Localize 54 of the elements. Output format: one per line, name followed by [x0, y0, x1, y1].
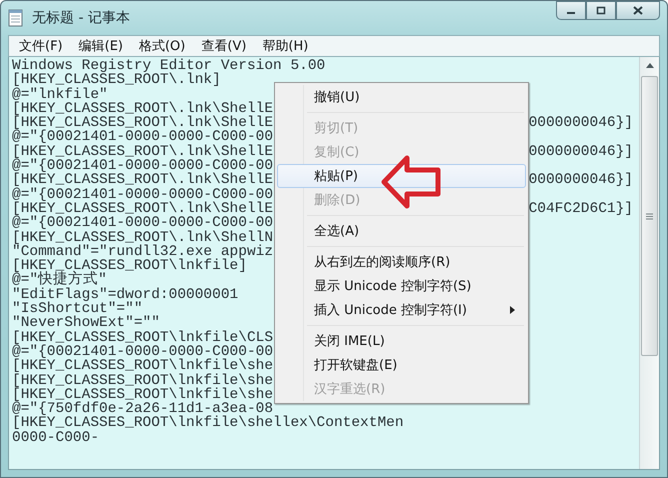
text-line: [HKEY_CLASSES_ROOT\lnkfile\she	[12, 374, 274, 388]
text-line: 0000000046}]	[528, 116, 634, 130]
text-line: [HKEY_CLASSES_ROOT\.lnk\ShellE	[12, 116, 274, 130]
text-line: @="{750fdf0e-2a26-11d1-a3ea-08	[12, 402, 274, 416]
scrollbar[interactable]	[639, 57, 659, 469]
text-line: @="lnkfile"	[12, 88, 108, 102]
text-line: Windows Registry Editor Version 5.00	[12, 59, 326, 74]
text-line: C04FC2D6C1}]	[528, 202, 634, 216]
text-line: 0000000046}]	[528, 144, 634, 160]
menu-item[interactable]: 帮助(H)	[254, 37, 316, 55]
text-line: [HKEY_CLASSES_ROOT\lnkfile\CLS	[12, 330, 274, 345]
text-line: "IsShortcut"=""	[12, 302, 143, 316]
context-menu-item[interactable]: 撤销(U)	[277, 85, 526, 109]
text-line: [HKEY_CLASSES_ROOT\lnkfile]	[12, 259, 247, 274]
text-line: @="快捷方式"	[12, 273, 107, 288]
text-line: 0000-C000-	[12, 430, 100, 446]
menu-item[interactable]: 查看(V)	[193, 37, 254, 55]
arrow-annotation	[381, 154, 443, 210]
maximize-button[interactable]	[586, 1, 616, 20]
text-line: [HKEY_CLASSES_ROOT\.lnk\ShellE	[12, 173, 274, 188]
text-line: @="{00021401-0000-0000-C000-00	[12, 344, 274, 360]
text-line: [HKEY_CLASSES_ROOT\.lnk\ShellE	[12, 144, 274, 160]
context-menu-item[interactable]: 插入 Unicode 控制字符(I)	[277, 298, 526, 322]
text-line: [HKEY_CLASSES_ROOT\.lnk\ShellE	[12, 102, 274, 116]
text-line: [HKEY_CLASSES_ROOT\lnkfile\she	[12, 388, 274, 402]
context-menu-item[interactable]: 从右到左的阅读顺序(R)	[277, 250, 526, 274]
context-menu-item[interactable]: 关闭 IME(L)	[277, 329, 526, 353]
close-icon	[633, 6, 643, 15]
text-line: "EditFlags"=dword:00000001	[12, 288, 238, 302]
minimize-button[interactable]	[556, 1, 586, 20]
scroll-thumb[interactable]	[641, 76, 658, 356]
context-menu-item[interactable]: 显示 Unicode 控制字符(S)	[277, 274, 526, 298]
text-line: 0000000046}]	[528, 173, 634, 188]
text-line: [HKEY_CLASSES_ROOT\.lnk\ShellE	[12, 202, 274, 216]
context-menu-item[interactable]: 粘贴(P)	[277, 164, 526, 188]
text-line: "NeverShowExt"=""	[12, 316, 160, 331]
text-line: @="{00021401-0000-0000-C000-00	[12, 188, 274, 202]
close-button[interactable]	[616, 1, 660, 20]
menu-item[interactable]: 格式(O)	[130, 37, 194, 55]
maximize-icon	[596, 6, 606, 15]
text-line: [HKEY_CLASSES_ROOT\.lnk]	[12, 73, 221, 88]
text-line: [HKEY_CLASSES_ROOT\lnkfile\shellex\ContextMen	[12, 416, 404, 431]
context-menu-item[interactable]: 打开软键盘(E)	[277, 353, 526, 377]
text-line: "Command"="rundll32.exe appwiz	[12, 244, 274, 260]
window-title: 无标题 - 记事本	[32, 9, 130, 27]
text-line: @="{00021401-0000-0000-C000-00	[12, 216, 274, 231]
text-line: @="{00021401-0000-0000-C000-00	[12, 130, 274, 145]
menu-item[interactable]: 编辑(E)	[70, 37, 131, 55]
text-line: @="{00021401-0000-0000-C000-00	[12, 159, 274, 174]
notepad-icon	[8, 9, 24, 27]
text-line: [HKEY_CLASSES_ROOT\.lnk\ShellN	[12, 230, 274, 245]
context-menu-item[interactable]: 全选(A)	[277, 219, 526, 243]
text-line: [HKEY_CLASSES_ROOT\lnkfile\she	[12, 359, 274, 374]
menu-item[interactable]: 文件(F)	[11, 37, 71, 55]
